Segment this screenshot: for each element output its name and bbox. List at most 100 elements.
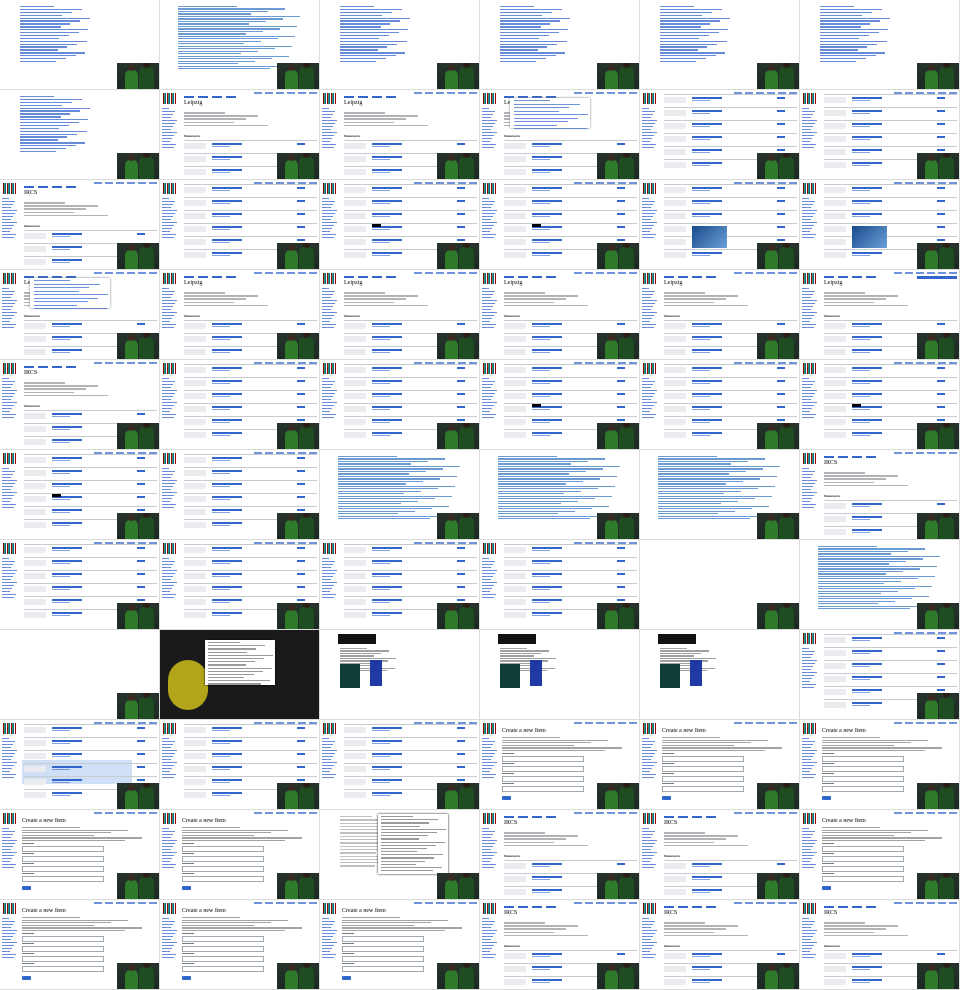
list-link[interactable] [340,20,400,22]
statement-value[interactable] [52,586,82,588]
edit-link[interactable] [457,187,465,189]
sidebar-link[interactable] [322,560,336,563]
statement-property[interactable] [24,336,46,342]
statement-value[interactable] [212,522,242,524]
edit-link[interactable] [297,573,305,575]
tab[interactable] [678,816,688,818]
statement-value[interactable] [212,586,242,588]
edit-link[interactable] [777,323,785,325]
edit-link[interactable] [297,560,305,562]
sidebar-link[interactable] [802,503,817,506]
create-button[interactable] [502,796,511,800]
list-link[interactable] [500,6,534,8]
list-link[interactable] [660,26,701,28]
language-field[interactable] [502,756,584,762]
statement-value[interactable] [212,509,242,511]
top-link[interactable] [607,812,615,814]
sidebar-link[interactable] [162,473,174,476]
sidebar-link[interactable] [162,764,175,767]
sidebar-link[interactable] [642,848,651,851]
edit-link[interactable] [937,676,945,678]
statement-property[interactable] [184,200,206,206]
sidebar-link[interactable] [162,956,175,959]
statement-value[interactable] [852,650,882,652]
tab[interactable] [24,366,34,368]
statement-reference[interactable] [692,435,710,437]
top-link[interactable] [254,92,262,94]
edit-link[interactable] [777,123,785,125]
sidebar-link[interactable] [322,108,330,110]
sidebar-link[interactable] [802,773,817,776]
list-link[interactable] [340,49,378,51]
dialog-line[interactable] [208,645,266,647]
sidebar-link[interactable] [2,389,17,392]
sidebar-link[interactable] [2,503,17,506]
sidebar-link[interactable] [802,113,814,116]
edit-link[interactable] [457,213,465,215]
sidebar-link[interactable] [802,326,815,329]
sidebar-link[interactable] [642,389,657,392]
top-link[interactable] [469,902,477,904]
edit-link[interactable] [777,200,785,202]
history-line[interactable] [498,508,593,510]
sidebar-link[interactable] [642,224,655,227]
sidebar-link[interactable] [642,290,656,293]
post-line[interactable] [381,828,447,830]
history-line[interactable] [818,560,906,563]
edit-link[interactable] [297,753,305,755]
statement-reference[interactable] [692,203,710,205]
sidebar-link[interactable] [642,767,653,770]
top-link[interactable] [149,812,157,814]
sidebar-link[interactable] [482,581,497,584]
statement-property[interactable] [184,367,206,373]
sidebar-link[interactable] [2,227,13,230]
label-row[interactable] [664,838,727,840]
statement-value[interactable] [852,503,882,505]
sidebar-link[interactable] [642,119,657,122]
top-link[interactable] [596,722,604,724]
edit-link[interactable] [777,213,785,215]
top-link[interactable] [916,902,924,904]
history-line[interactable] [818,548,926,550]
sidebar-link[interactable] [162,866,175,869]
history-line[interactable] [818,558,923,560]
sidebar-link[interactable] [802,851,817,854]
sidebar-link[interactable] [162,500,171,503]
statement-value[interactable] [212,367,242,369]
tab[interactable] [344,96,354,98]
label-row[interactable] [344,118,407,120]
sidebar-link[interactable] [482,761,497,764]
sidebar-link[interactable] [802,404,815,407]
top-link[interactable] [629,722,637,724]
language-field[interactable] [22,846,104,852]
statement-property[interactable] [344,336,366,342]
statement-reference[interactable] [852,653,870,655]
sidebar-link[interactable] [482,950,491,953]
statement-value[interactable] [852,419,882,421]
statement-reference[interactable] [532,969,550,971]
statement-value[interactable] [692,393,722,395]
statement-reference[interactable] [692,126,710,128]
statement-property[interactable] [344,349,366,355]
list-link[interactable] [500,11,552,14]
tab[interactable] [824,456,834,458]
statement-property[interactable] [344,792,366,798]
statement-reference[interactable] [852,352,870,354]
tab[interactable] [546,816,556,818]
statement-reference[interactable] [532,589,550,591]
intro-line[interactable] [22,919,128,921]
sidebar-link[interactable] [802,479,817,482]
tab[interactable] [226,276,236,278]
label-row[interactable] [344,112,385,114]
history-line[interactable] [338,468,443,470]
sidebar-link[interactable] [802,845,813,848]
wikibase-logo[interactable] [323,273,336,284]
history-line[interactable] [338,495,452,497]
sidebar-link[interactable] [2,743,14,746]
sidebar-link[interactable] [802,212,815,215]
edit-link[interactable] [617,380,625,382]
intro-line[interactable] [182,827,241,829]
list-link[interactable] [820,55,876,57]
statement-property[interactable] [344,406,366,412]
top-link[interactable] [778,722,786,724]
